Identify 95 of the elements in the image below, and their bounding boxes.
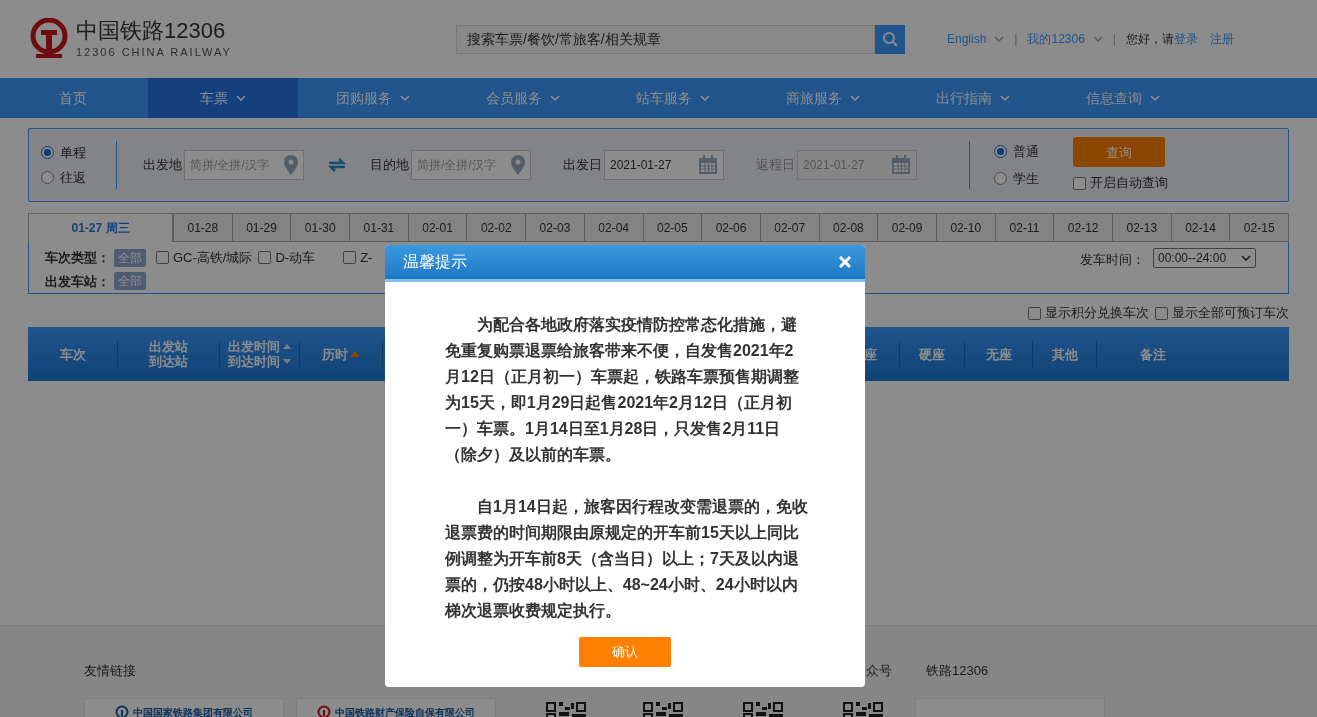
date-tab[interactable]: 02-13 [1112, 213, 1171, 242]
date-tab[interactable]: 02-12 [1053, 213, 1112, 242]
nav-tab[interactable]: 商旅服务 [748, 78, 898, 118]
column-header[interactable]: 车次 [59, 346, 86, 362]
date-tab[interactable]: 02-05 [642, 213, 702, 242]
search-icon [882, 31, 898, 47]
notice-paragraph: 为配合各地政府落实疫情防控常态化措施，避免重复购票退票给旅客带来不便，自发售2021年2月12日（正月初一）车票起，铁路车票预售期调整为15天，即1月29日起售2021年2月12日（正月初一）车票。1月14日至1月28日，只发售2月11日（除夕）及以前的车票。 [445, 315, 800, 465]
location-pin-icon [511, 155, 525, 175]
date-tab[interactable]: 02-10 [935, 213, 995, 242]
partner-name: 中国铁路财产保险自保有限公司 [335, 706, 475, 717]
logo-icon [317, 705, 331, 717]
footer-heading: 友情链接 [84, 662, 136, 681]
partner-name: 中国国家铁路集团有限公司 [133, 706, 253, 717]
notice-paragraph: 自1月14日起，旅客因行程改变需退票的，免收退票费的时间期限由原规定的开车前15天以上同比例调整为开车前8天（含当日）以上；7天及以内退票的，仍按48小时以上、48~24小时、24小时以内梯次退票收费规定执行。 [445, 497, 809, 621]
date-tab[interactable]: 01-27 周三 [28, 213, 173, 242]
nav-tab[interactable]: 站车服务 [598, 78, 748, 118]
search-button[interactable] [875, 24, 905, 54]
calendar-icon [698, 155, 718, 175]
footer-heading: 众号 [866, 662, 892, 681]
column-header[interactable]: 出发站 到达站 [149, 339, 188, 369]
filter-label: 出发车站： [45, 272, 110, 291]
radio-button[interactable]: 单程 [41, 142, 116, 162]
date-tab[interactable]: 01-29 [231, 213, 291, 242]
qr-code-icon [743, 702, 783, 717]
separator: | [1013, 31, 1019, 48]
column-header[interactable]: 无座 [985, 346, 1012, 362]
separator: | [1111, 31, 1117, 48]
caret-icon [1241, 255, 1251, 261]
date-tab[interactable]: 02-08 [818, 213, 878, 242]
field-label: 出发日 [563, 156, 602, 175]
checkbox[interactable]: Z- [343, 248, 373, 268]
logo-icon [28, 18, 70, 60]
radio-button[interactable]: 往返 [41, 168, 116, 188]
logo-subtitle: 12306 CHINA RAILWAY [76, 44, 232, 60]
confirm-button[interactable]: 确认 [579, 637, 671, 667]
column-header[interactable]: 备注 [1139, 346, 1166, 362]
caret-icon [1092, 36, 1103, 42]
date-tab[interactable]: 02-02 [466, 213, 526, 242]
qr-code-icon [843, 702, 883, 717]
column-header[interactable]: 硬座 [919, 346, 945, 362]
login-link[interactable]: 登录 [1174, 30, 1198, 48]
nav-tab[interactable]: 团购服务 [298, 78, 448, 118]
column-header[interactable]: 座 [864, 346, 877, 362]
caret-icon [994, 36, 1005, 42]
close-icon [839, 256, 851, 268]
logo-icon [115, 705, 129, 717]
filter-label: 车次类型： [45, 249, 110, 267]
account-link[interactable]: 我的12306 [1027, 30, 1103, 48]
location-pin-icon [284, 155, 298, 175]
date-tab[interactable]: 02-06 [701, 213, 760, 242]
logo-title: 中国铁路12306 [76, 17, 227, 44]
checkbox[interactable]: 显示全部可预订车次 [1155, 303, 1289, 323]
checkbox[interactable]: 开启自动查询 [1073, 173, 1168, 193]
date-tab[interactable]: 01-30 [290, 213, 350, 242]
qr-code-icon [546, 702, 586, 717]
column-header[interactable]: 出发时间 到达时间 [227, 339, 280, 369]
search-field[interactable]: 搜索车票/餐饮/常旅客/相关规章 [456, 24, 875, 54]
greeting-text: 您好，请 [1126, 31, 1174, 48]
partner-logo-card[interactable]: 中国国家铁路集团有限公司 [84, 698, 284, 717]
nav-tab[interactable]: 会员服务 [448, 78, 598, 118]
register-link[interactable]: 注册 [1210, 30, 1234, 48]
close-button[interactable] [837, 254, 853, 270]
field-label: 目的地 [370, 156, 409, 175]
nav-tab[interactable]: 信息查询 [1048, 78, 1198, 118]
nav-tab[interactable]: 首页 [0, 78, 148, 118]
nav-tab[interactable]: 车票 [148, 78, 298, 118]
radio-button[interactable]: 普通 [994, 141, 1073, 161]
date-tab[interactable]: 02-09 [877, 213, 936, 242]
date-tab[interactable]: 02-07 [759, 213, 819, 242]
dialog-title: 温馨提示 [403, 252, 467, 272]
checkbox[interactable]: GC-高铁/城际 [156, 248, 253, 268]
column-header[interactable]: 历时 [322, 346, 348, 362]
checkbox[interactable]: D-动车 [258, 248, 316, 268]
checkbox[interactable]: 显示积分兑换车次 [1028, 303, 1149, 323]
qr-code-icon [643, 702, 683, 717]
nav-tab[interactable]: 出行指南 [898, 78, 1048, 118]
date-tab[interactable]: 02-03 [525, 213, 584, 242]
date-tab[interactable]: 01-28 [173, 213, 232, 242]
language-link[interactable]: English [947, 30, 1005, 48]
date-tab[interactable]: 02-04 [583, 213, 643, 242]
calendar-icon [891, 155, 911, 175]
swap-icon [328, 158, 346, 172]
date-tab[interactable]: 02-01 [407, 213, 467, 242]
date-tab[interactable]: 01-31 [349, 213, 408, 242]
radio-button[interactable]: 学生 [994, 169, 1073, 189]
footer-heading: 铁路12306 [926, 662, 989, 681]
date-tab[interactable]: 02-11 [994, 213, 1054, 242]
time-select[interactable]: 00:00--24:00 [1153, 248, 1256, 268]
filter-label: 发车时间： [1080, 251, 1145, 269]
date-field[interactable]: 2021-01-27 [604, 150, 724, 180]
date-tab[interactable]: 02-15 [1229, 213, 1290, 242]
column-header[interactable]: 其他 [1051, 346, 1078, 362]
field-label: 出发地 [143, 156, 182, 175]
date-tab[interactable]: 02-14 [1170, 213, 1230, 242]
partner-logo-card[interactable]: 中国铁路财产保险自保有限公司 [296, 698, 496, 717]
